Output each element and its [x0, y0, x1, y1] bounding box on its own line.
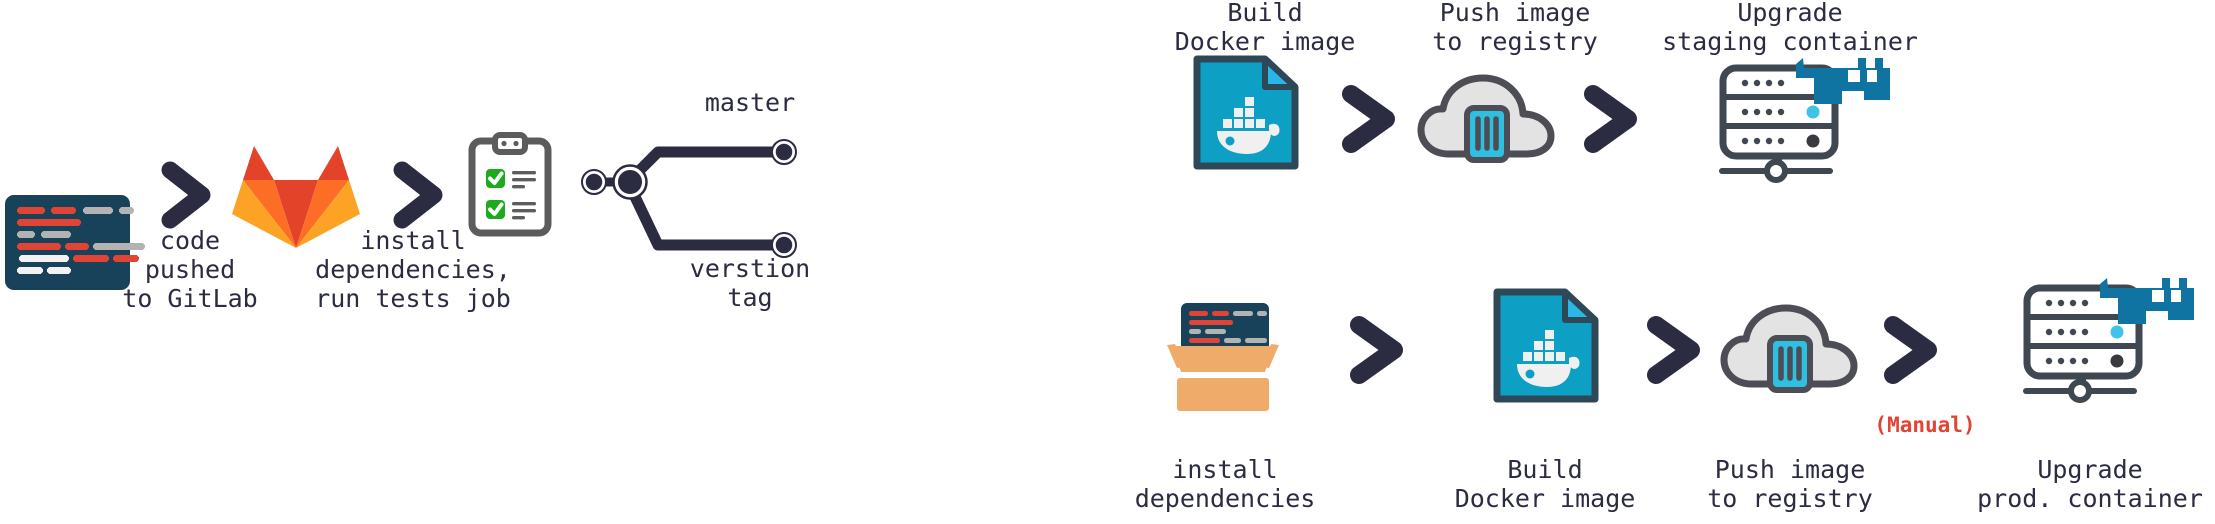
server-base-stand — [2020, 379, 2140, 403]
stage-label-install-deps-tests: install dependencies, run tests job — [315, 226, 511, 313]
pipeline-diagram: code pushed to GitLab install dependenci… — [0, 0, 2215, 524]
clipboard-checklist-icon — [468, 132, 552, 237]
chevron-right-icon — [160, 160, 214, 230]
step-label-upgrade-staging-container: Upgrade staging container — [1662, 0, 1918, 56]
step-label-upgrade-prod-container: Upgrade prod. container — [1977, 455, 2203, 513]
chevron-right-icon — [392, 160, 446, 230]
package-box-icon — [1153, 300, 1293, 415]
manual-trigger-annotation: (Manual) — [1874, 413, 1976, 437]
chevron-right-icon — [1582, 83, 1644, 155]
chevron-right-icon — [1340, 83, 1402, 155]
step-label-build-docker-image-prod: Build Docker image — [1454, 455, 1636, 513]
chevron-right-icon — [1348, 314, 1410, 386]
step-label-push-image-registry-prod: Push image to registry — [1707, 455, 1873, 513]
docker-file-icon — [1193, 55, 1299, 170]
server-docker-icon — [2022, 276, 2212, 384]
chevron-right-icon — [1645, 314, 1707, 386]
server-base-stand — [1716, 159, 1836, 183]
step-label-build-docker-image-staging: Build Docker image — [1174, 0, 1356, 56]
docker-file-icon — [1493, 288, 1599, 403]
server-docker-icon — [1718, 56, 1908, 164]
branch-label-master: master — [704, 88, 796, 117]
cloud-registry-icon — [1718, 300, 1860, 393]
chevron-right-icon — [1882, 314, 1944, 386]
branch-label-version-tag: verstion tag — [689, 254, 811, 312]
step-label-push-image-registry-staging: Push image to registry — [1432, 0, 1598, 56]
cloud-registry-icon — [1415, 70, 1557, 163]
step-label-install-dependencies-prod: install dependencies — [1134, 455, 1316, 513]
